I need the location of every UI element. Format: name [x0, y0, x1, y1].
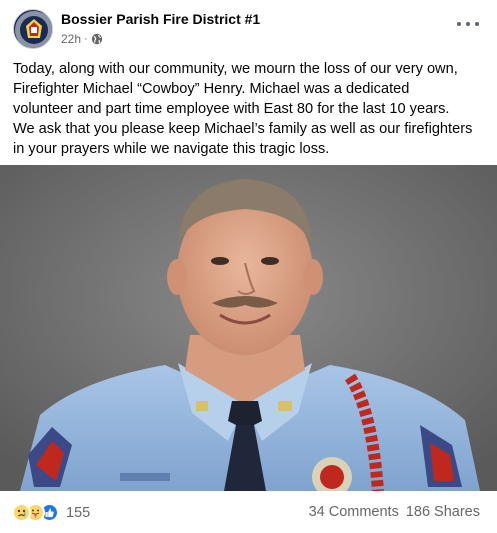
more-dot — [466, 22, 470, 26]
reactions-summary[interactable]: 155 — [12, 503, 90, 522]
page-avatar[interactable] — [13, 9, 53, 49]
globe-icon[interactable] — [91, 33, 103, 45]
meta-separator: · — [84, 33, 88, 45]
sad-reaction-icon — [12, 503, 31, 522]
more-horizontal-icon — [457, 22, 461, 26]
comments-count[interactable]: 34 Comments — [309, 504, 399, 520]
post-header: Bossier Parish Fire District #1 22h · — [0, 0, 497, 56]
post-stats-bar: 155 34 Comments 186 Shares — [0, 491, 497, 533]
engagement-stats: 34 Comments 186 Shares — [309, 504, 480, 520]
post-text: Today, along with our community, we mour… — [13, 61, 473, 157]
fire-district-logo-icon — [15, 11, 52, 48]
shares-count[interactable]: 186 Shares — [406, 504, 480, 520]
page-name[interactable]: Bossier Parish Fire District #1 — [61, 11, 260, 27]
post-photo[interactable] — [0, 165, 497, 491]
post-time[interactable]: 22h — [61, 32, 81, 46]
reaction-count[interactable]: 155 — [66, 505, 90, 521]
firefighter-portrait-image — [0, 165, 497, 491]
more-options-button[interactable] — [457, 16, 479, 32]
more-dot — [475, 22, 479, 26]
post-meta: 22h · — [61, 32, 103, 46]
